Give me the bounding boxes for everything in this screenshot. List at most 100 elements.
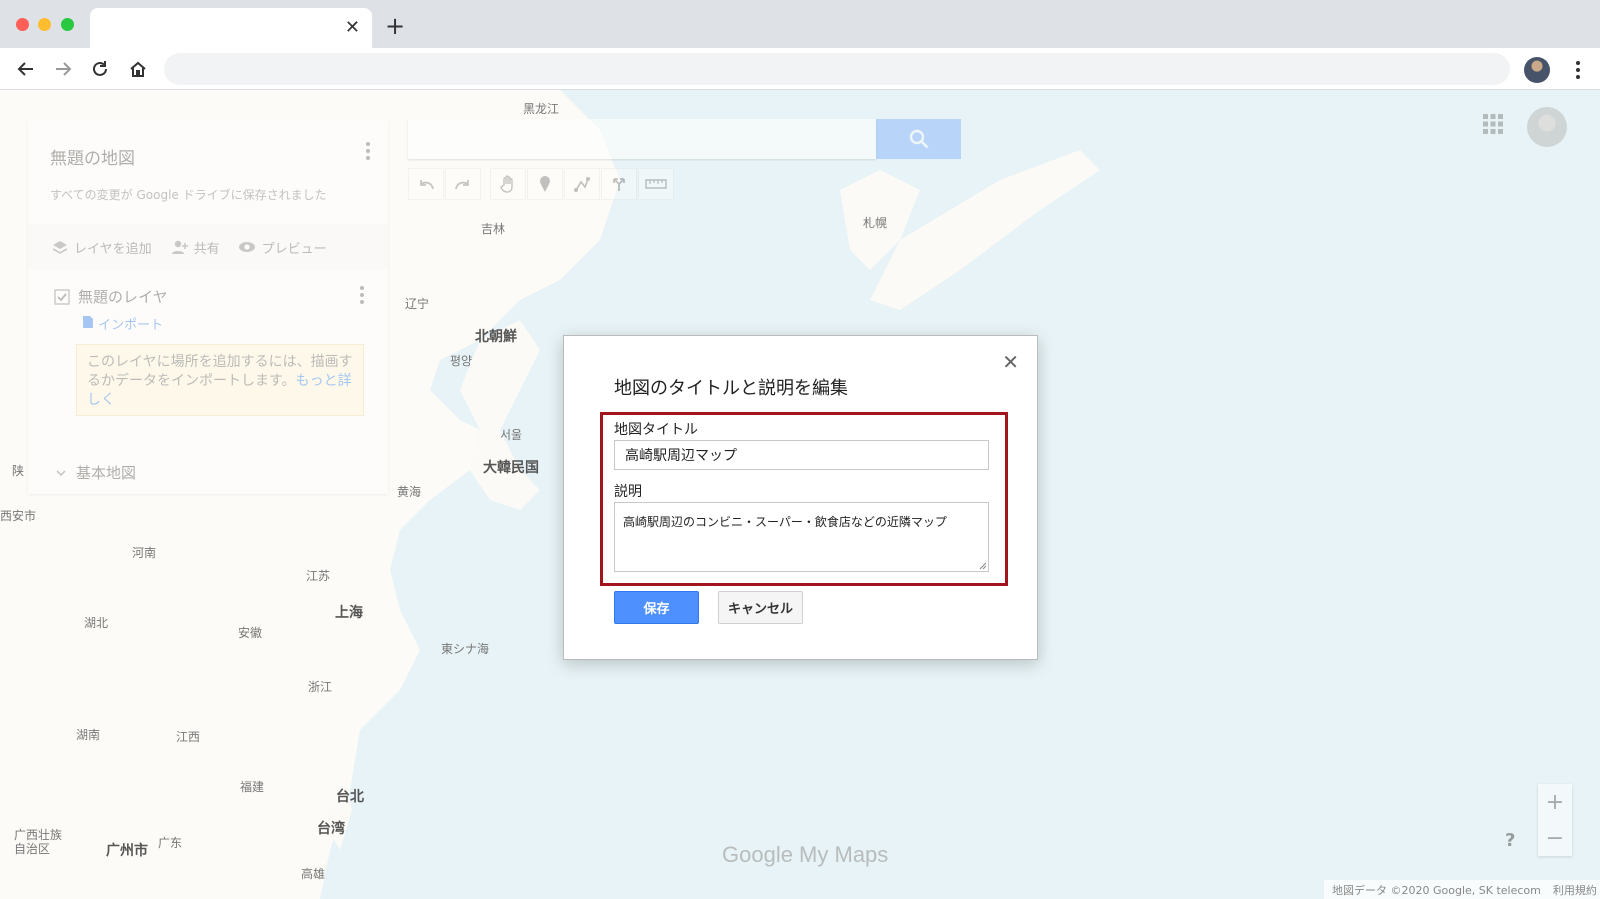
zoom-control: + −: [1538, 784, 1572, 856]
directions-icon: [613, 178, 625, 191]
add-layer-label: レイヤを追加: [74, 241, 152, 257]
save-status: すべての変更が Google ドライブに保存されました: [50, 188, 327, 202]
tab-close-icon[interactable]: ✕: [345, 16, 360, 40]
map-title-input[interactable]: [614, 440, 989, 470]
add-person-icon: [171, 240, 188, 254]
back-icon[interactable]: [14, 57, 38, 81]
marker-icon: [540, 176, 550, 192]
map-toolbar: [408, 168, 675, 200]
map-label: 西安市: [0, 509, 37, 523]
layer-hint-box: このレイヤに場所を追加するには、描画するかデータをインポートします。もっと詳しく: [76, 344, 364, 416]
ruler-icon: [645, 179, 667, 189]
account-avatar[interactable]: [1527, 107, 1567, 147]
google-my-maps-logo: Google My Maps: [722, 842, 889, 867]
map-label: 札幌: [863, 216, 888, 230]
map-label: 吉林: [481, 222, 506, 236]
map-label: 北朝鮮: [475, 329, 517, 345]
preview-label: プレビュー: [261, 241, 327, 257]
pan-tool-button[interactable]: [490, 168, 526, 200]
map-label: 辽宁: [405, 297, 430, 311]
map-label: 江西: [176, 730, 201, 744]
base-map-label: 基本地図: [76, 464, 137, 482]
undo-icon: [420, 180, 434, 190]
apps-grid-icon[interactable]: [1483, 114, 1503, 134]
map-attribution: 地図データ ©2020 Google, SK telecom 利用規約: [1324, 880, 1600, 899]
chevron-down-icon: [56, 469, 66, 476]
browser-tab[interactable]: ✕: [90, 8, 372, 48]
map-label: 广西壮族 自治区: [14, 828, 63, 856]
map-options-icon[interactable]: [366, 142, 370, 164]
map-label: 黑龙江: [523, 102, 560, 116]
map-label: 台北: [336, 789, 364, 805]
map-label: 广东: [158, 836, 183, 850]
dialog-close-icon[interactable]: ✕: [1002, 350, 1019, 374]
cancel-button[interactable]: キャンセル: [718, 591, 803, 624]
map-side-panel: 無題の地図 すべての変更が Google ドライブに保存されました レイヤを追加…: [28, 120, 388, 494]
map-label: 高雄: [301, 867, 326, 881]
save-button[interactable]: 保存: [614, 591, 699, 624]
hand-icon: [500, 175, 513, 193]
share-button[interactable]: 共有: [170, 238, 220, 257]
window-minimize-button[interactable]: [38, 18, 51, 31]
undo-button[interactable]: [408, 168, 444, 200]
help-icon[interactable]: ?: [1505, 830, 1515, 851]
terms-link[interactable]: 利用規約: [1553, 882, 1597, 898]
eye-icon: [238, 242, 255, 252]
map-search-input[interactable]: [408, 119, 876, 159]
map-label: 東シナ海: [441, 642, 490, 656]
attribution-text: 地図データ ©2020 Google, SK telecom: [1332, 883, 1541, 897]
measure-button[interactable]: [638, 168, 674, 200]
map-label: 陕: [12, 464, 25, 478]
file-icon: [83, 316, 93, 328]
add-marker-button[interactable]: [527, 168, 563, 200]
map-label: 上海: [335, 605, 363, 621]
draw-line-icon: [574, 177, 590, 192]
map-label: 湖南: [76, 728, 101, 742]
base-map-row[interactable]: 基本地図: [54, 462, 136, 483]
redo-icon: [455, 180, 469, 190]
map-title[interactable]: 無題の地図: [50, 144, 135, 169]
reload-icon[interactable]: [88, 57, 112, 81]
map-label: 台湾: [317, 821, 345, 837]
layers-icon: [52, 241, 68, 254]
draw-line-button[interactable]: [564, 168, 600, 200]
resize-handle-icon[interactable]: [979, 562, 987, 570]
map-label: 江苏: [306, 569, 331, 583]
browser-menu-icon[interactable]: [1568, 58, 1588, 82]
map-label: 福建: [240, 780, 265, 794]
add-layer-button[interactable]: レイヤを追加: [52, 238, 152, 257]
layer-row[interactable]: 無題のレイヤ: [54, 286, 168, 307]
home-icon[interactable]: [126, 57, 150, 81]
address-bar[interactable]: [164, 53, 1510, 85]
browser-toolbar: [0, 48, 1600, 90]
map-label: 浙江: [308, 680, 333, 694]
layer-options-icon[interactable]: [360, 286, 364, 308]
forward-icon[interactable]: [51, 57, 75, 81]
map-search-button[interactable]: [876, 119, 961, 159]
panel-actions: レイヤを追加 共有 プレビュー: [28, 224, 388, 270]
import-link[interactable]: インポート: [82, 314, 163, 333]
map-label: 河南: [132, 546, 157, 560]
redo-button[interactable]: [445, 168, 481, 200]
directions-button[interactable]: [601, 168, 637, 200]
zoom-out-button[interactable]: −: [1538, 820, 1572, 856]
map-label: 大韓民国: [483, 460, 539, 476]
map-label: 黄海: [397, 485, 422, 499]
browser-tab-bar: ✕ +: [0, 0, 1600, 48]
profile-avatar[interactable]: [1524, 57, 1550, 83]
edit-map-dialog: ✕ 地図のタイトルと説明を編集 地図タイトル 説明 高崎駅周辺のコンビニ・スーパ…: [563, 335, 1038, 660]
search-icon: [909, 129, 928, 149]
checkbox-icon[interactable]: [54, 288, 70, 305]
zoom-in-button[interactable]: +: [1538, 784, 1572, 820]
map-label: 安徽: [238, 626, 263, 640]
map-title-label: 地図タイトル: [614, 422, 698, 438]
preview-button[interactable]: プレビュー: [238, 238, 327, 257]
map-label: 평양: [450, 354, 473, 368]
description-textarea[interactable]: 高崎駅周辺のコンビニ・スーパー・飲食店などの近隣マップ: [614, 502, 989, 572]
window-close-button[interactable]: [16, 18, 29, 31]
window-maximize-button[interactable]: [61, 18, 74, 31]
new-tab-icon[interactable]: +: [385, 14, 405, 38]
map-label: 서울: [500, 428, 523, 442]
map-label: 湖北: [84, 616, 109, 630]
dialog-title: 地図のタイトルと説明を編集: [614, 378, 848, 399]
